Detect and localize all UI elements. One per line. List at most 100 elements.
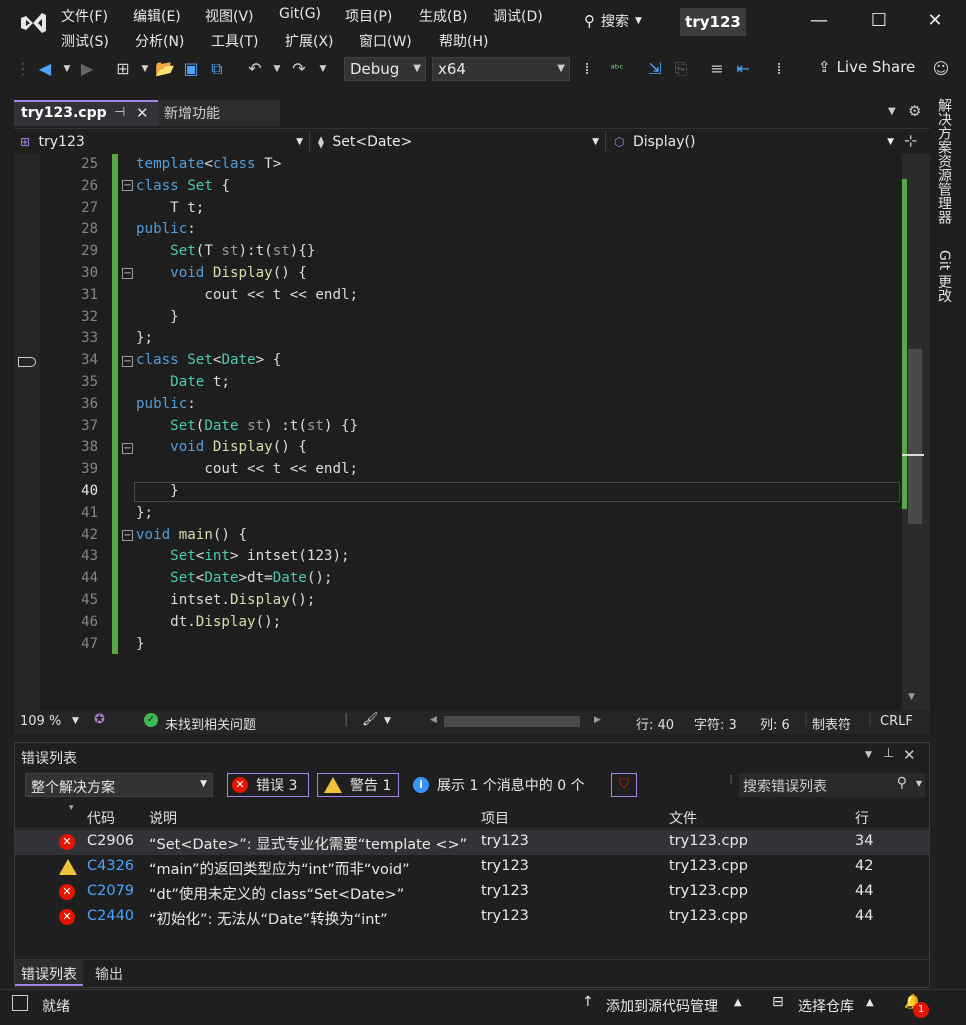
close-window-icon[interactable]: ✕ bbox=[920, 10, 950, 36]
solution-name-badge[interactable]: try123 bbox=[680, 8, 746, 36]
warnings-filter-toggle[interactable]: 警告 1 bbox=[317, 773, 399, 797]
chevron-up-icon[interactable]: ▲ bbox=[866, 997, 874, 1008]
code-line[interactable]: Date t; bbox=[136, 374, 230, 390]
menu-view[interactable]: 视图(V) bbox=[205, 6, 254, 26]
error-row[interactable]: C4326 “main”的返回类型应为“int”而非“void” try123 try… bbox=[15, 855, 929, 880]
select-repo-button[interactable]: 选择仓库 bbox=[798, 996, 854, 1016]
error-code[interactable]: C2079 bbox=[87, 883, 134, 899]
fold-toggle-icon[interactable]: − bbox=[122, 443, 133, 454]
column-header-file[interactable]: 文件 bbox=[669, 808, 697, 828]
comment-icon[interactable]: ⇤ bbox=[732, 58, 754, 80]
error-code[interactable]: C2440 bbox=[87, 908, 134, 924]
close-tab-icon[interactable]: ✕ bbox=[136, 104, 149, 122]
code-line[interactable]: Set(Date st) :t(st) {} bbox=[136, 418, 358, 434]
code-line[interactable]: void Display() { bbox=[136, 265, 307, 281]
menu-build[interactable]: 生成(B) bbox=[419, 6, 468, 26]
menu-help[interactable]: 帮助(H) bbox=[439, 31, 488, 51]
redo-icon[interactable]: ↷ bbox=[288, 58, 310, 80]
scroll-right-icon[interactable]: ▶ bbox=[594, 715, 601, 725]
chevron-up-icon[interactable]: ▲ bbox=[734, 997, 742, 1008]
panel-menu-icon[interactable]: ▼ bbox=[865, 750, 872, 760]
fold-toggle-icon[interactable]: − bbox=[122, 268, 133, 279]
pin-icon[interactable]: ⊥ bbox=[883, 746, 894, 761]
tab-whats-new[interactable]: 新增功能 bbox=[158, 100, 280, 126]
char-indicator[interactable]: 字符: 3 bbox=[694, 714, 737, 733]
tab-output[interactable]: 输出 bbox=[95, 964, 123, 984]
open-folder-icon[interactable]: 📂 bbox=[154, 58, 176, 80]
error-row[interactable]: ✕ C2079 “dt”使用未定义的 class“Set<Date>” try123 t… bbox=[15, 880, 929, 905]
toolbar-overflow-icon[interactable]: ⁞ bbox=[768, 58, 790, 80]
fold-toggle-icon[interactable]: − bbox=[122, 356, 133, 367]
tab-error-list[interactable]: 错误列表 bbox=[15, 960, 83, 986]
menu-tools[interactable]: 工具(T) bbox=[211, 31, 258, 51]
save-all-icon[interactable]: ⧉ bbox=[206, 58, 228, 80]
menu-analyze[interactable]: 分析(N) bbox=[135, 31, 184, 51]
code-line[interactable]: public: bbox=[136, 396, 196, 412]
error-row[interactable]: ✕ C2440 “初始化”: 无法从“Date”转换为“int” try123 try1… bbox=[15, 905, 929, 930]
fold-toggle-icon[interactable]: − bbox=[122, 530, 133, 541]
intellicode-icon[interactable]: ✪ bbox=[94, 712, 105, 727]
close-panel-icon[interactable]: ✕ bbox=[903, 746, 916, 764]
scope-filter-dropdown[interactable]: 整个解决方案 ▼ bbox=[25, 773, 213, 797]
tab-try123-cpp[interactable]: try123.cpp ⊣ ✕ bbox=[14, 100, 158, 126]
feedback-icon[interactable]: ☺ bbox=[930, 58, 952, 80]
chevron-down-icon[interactable]: ▼ bbox=[266, 58, 288, 80]
platform-dropdown[interactable]: x64 ▼ bbox=[432, 57, 570, 81]
error-row[interactable]: ✕ C2906 “Set<Date>”: 显式专业化需要“template <>” t… bbox=[15, 830, 929, 855]
menu-file[interactable]: 文件(F) bbox=[61, 6, 108, 26]
chevron-down-icon[interactable]: ▼ bbox=[56, 58, 78, 80]
chevron-down-icon[interactable]: ▼ bbox=[312, 58, 334, 80]
eol-indicator[interactable]: CRLF bbox=[880, 714, 913, 729]
code-line[interactable]: void main() { bbox=[136, 527, 247, 543]
column-header-description[interactable]: 说明 bbox=[149, 808, 177, 828]
menu-window[interactable]: 窗口(W) bbox=[359, 31, 412, 51]
code-line[interactable]: cout << t << endl; bbox=[136, 287, 358, 303]
gear-icon[interactable]: ⚙ bbox=[908, 102, 921, 120]
column-header-line[interactable]: 行 bbox=[855, 808, 869, 828]
code-line[interactable]: } bbox=[136, 309, 179, 325]
maximize-icon[interactable]: ☐ bbox=[864, 10, 894, 36]
code-line[interactable]: public: bbox=[136, 221, 196, 237]
menu-test[interactable]: 测试(S) bbox=[61, 31, 109, 51]
search-box[interactable]: ⚲ 搜索 ▼ bbox=[584, 10, 642, 32]
column-header-project[interactable]: 项目 bbox=[481, 808, 509, 828]
tab-list-dropdown-icon[interactable]: ▼ bbox=[888, 106, 896, 117]
undo-icon[interactable]: ↶ bbox=[244, 58, 266, 80]
code-line[interactable]: dt.Display(); bbox=[136, 614, 281, 630]
save-icon[interactable]: ▣ bbox=[180, 58, 202, 80]
code-line[interactable]: } bbox=[136, 636, 145, 652]
code-line[interactable]: } bbox=[136, 483, 179, 499]
code-line[interactable]: void Display() { bbox=[136, 439, 307, 455]
zoom-level[interactable]: 109 % bbox=[20, 714, 61, 729]
filter-icon[interactable]: ⛉ bbox=[611, 773, 637, 797]
add-source-control-button[interactable]: 添加到源代码管理 bbox=[606, 996, 718, 1016]
code-line[interactable]: cout << t << endl; bbox=[136, 461, 358, 477]
chevron-down-icon[interactable]: ▼ bbox=[72, 716, 79, 726]
code-editor[interactable]: 25 26 27 28 29 30 31 32 33 34 35 36 37 38 39 40 41 42 43 44… bbox=[14, 154, 930, 710]
solution-explorer-tab[interactable]: 解决方案资源管理器 bbox=[934, 98, 954, 224]
scroll-down-icon[interactable]: ▼ bbox=[908, 692, 915, 702]
fold-toggle-icon[interactable]: − bbox=[122, 180, 133, 191]
menu-git[interactable]: Git(G) bbox=[279, 6, 321, 22]
line-indicator[interactable]: 行: 40 bbox=[636, 714, 674, 733]
bookmark-icon[interactable]: ⎘ bbox=[670, 58, 692, 80]
code-line[interactable]: intset.Display(); bbox=[136, 592, 315, 608]
toolbar-overflow-icon[interactable]: ⁞ bbox=[576, 58, 598, 80]
code-line[interactable]: class Set<Date> { bbox=[136, 352, 281, 368]
cleanup-brush-icon[interactable]: 🖌 bbox=[362, 712, 379, 727]
code-line[interactable]: }; bbox=[136, 505, 153, 521]
spell-check-icon[interactable]: ᵃᵇᶜ bbox=[606, 58, 628, 80]
pin-icon[interactable]: ⊣ bbox=[114, 105, 125, 120]
error-code[interactable]: C2906 bbox=[87, 833, 134, 849]
error-code[interactable]: C4326 bbox=[87, 858, 134, 874]
code-line[interactable]: template<class T> bbox=[136, 156, 281, 172]
scrollbar-thumb[interactable] bbox=[908, 349, 922, 524]
tabs-indicator[interactable]: 制表符 bbox=[812, 714, 851, 733]
live-share-button[interactable]: ⇪ Live Share bbox=[818, 58, 915, 76]
code-line[interactable]: Set<Date>dt=Date(); bbox=[136, 570, 332, 586]
configuration-dropdown[interactable]: Debug ▼ bbox=[344, 57, 426, 81]
code-line[interactable]: class Set { bbox=[136, 178, 230, 194]
menu-extensions[interactable]: 扩展(X) bbox=[285, 31, 334, 51]
navigate-back-icon[interactable]: ◀ bbox=[34, 58, 56, 80]
indent-icon[interactable]: ≡ bbox=[706, 58, 728, 80]
